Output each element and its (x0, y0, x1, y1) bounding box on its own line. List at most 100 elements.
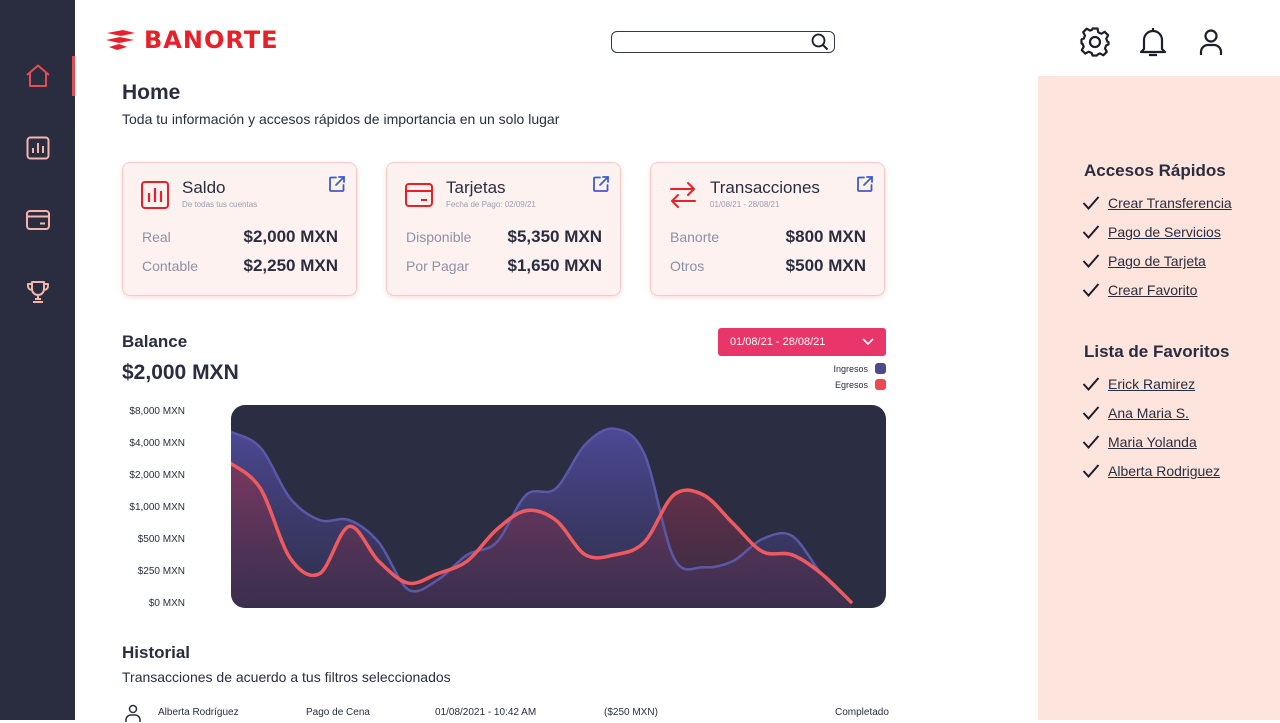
external-link-icon[interactable] (856, 175, 874, 193)
card-subtitle: Fecha de Pago: 02/09/21 (446, 200, 536, 209)
sidebar-item-reports[interactable] (0, 128, 75, 168)
favoritos-link[interactable]: Erick Ramirez (1108, 376, 1195, 392)
accesos-link[interactable]: Crear Favorito (1108, 282, 1197, 298)
balance-amount: $2,000 MXN (122, 361, 239, 384)
check-icon (1082, 196, 1100, 211)
sidebar-item-rewards[interactable] (0, 272, 75, 312)
chart-icon (141, 181, 169, 209)
search-input[interactable] (618, 33, 808, 51)
card-subtitle: 01/08/21 - 28/08/21 (710, 200, 780, 209)
card-row: Por Pagar $1,650 MXN (406, 256, 602, 276)
accesos-link[interactable]: Pago de Tarjeta (1108, 253, 1206, 269)
banorte-logo: BANORTE (105, 26, 279, 54)
favoritos-link[interactable]: Maria Yolanda (1108, 434, 1197, 450)
y-tick-label: $8,000 MXN (129, 406, 185, 417)
row-value: $800 MXN (785, 227, 866, 246)
transfer-icon (670, 182, 696, 208)
legend-swatch (875, 363, 886, 374)
hist-date: 01/08/2021 - 10:42 AM (435, 707, 537, 718)
y-tick-label: $1,000 MXN (129, 502, 185, 513)
quick-access-panel: Accesos Rápidos Crear Transferencia Pago… (1038, 76, 1280, 720)
card-row: Disponible $5,350 MXN (406, 227, 602, 247)
chart-icon (26, 136, 49, 160)
trophy-icon (26, 281, 49, 303)
legend-label: Ingresos (833, 363, 868, 374)
bell-icon (1139, 28, 1167, 57)
user-icon (1199, 29, 1223, 55)
check-icon (1082, 435, 1100, 450)
date-range-dropdown[interactable]: 01/08/21 - 28/08/21 (718, 328, 886, 356)
row-label: Otros (670, 258, 705, 274)
balance-title: Balance (122, 332, 188, 351)
banorte-logo-icon (106, 30, 135, 50)
page-title: Home (122, 81, 181, 104)
profile-button[interactable] (1193, 24, 1229, 60)
accesos-link[interactable]: Crear Transferencia (1108, 195, 1232, 211)
row-label: Contable (142, 258, 199, 274)
favoritos-title: Lista de Favoritos (1084, 342, 1230, 361)
favoritos-item[interactable]: Erick Ramirez (1082, 374, 1195, 394)
card-title: Saldo (182, 178, 226, 197)
accesos-item[interactable]: Crear Transferencia (1082, 193, 1232, 213)
home-icon (25, 64, 50, 87)
legend-label: Egresos (834, 379, 868, 390)
hist-amount: ($250 MXN) (604, 707, 658, 718)
settings-button[interactable] (1077, 24, 1113, 60)
sidebar-item-home[interactable] (0, 56, 75, 96)
external-link-icon[interactable] (592, 175, 610, 193)
card-row: Banorte $800 MXN (670, 227, 866, 247)
row-value: $2,250 MXN (243, 256, 339, 275)
card-row: Otros $500 MXN (670, 256, 866, 276)
accesos-link[interactable]: Pago de Servicios (1108, 224, 1221, 240)
y-tick-label: $0 MXN (148, 598, 185, 609)
card-icon (405, 183, 433, 207)
user-icon (125, 704, 141, 722)
legend-egresos: Egresos (835, 379, 886, 390)
accesos-title: Accesos Rápidos (1084, 161, 1226, 180)
favoritos-link[interactable]: Alberta Rodriguez (1108, 463, 1220, 479)
legend-ingresos: Ingresos (833, 363, 886, 374)
historial-title: Historial (122, 643, 191, 662)
card-title: Tarjetas (446, 178, 506, 197)
sidebar (0, 0, 75, 720)
brand-name: BANORTE (144, 26, 279, 54)
row-value: $5,350 MXN (507, 227, 603, 246)
accesos-item[interactable]: Crear Favorito (1082, 280, 1197, 300)
row-label: Real (142, 229, 171, 245)
hist-name: Alberta Rodríguez (158, 707, 239, 718)
hist-status: Completado (835, 707, 889, 718)
accesos-item[interactable]: Pago de Servicios (1082, 222, 1221, 242)
legend-swatch (875, 379, 886, 390)
chevron-down-icon (862, 338, 874, 346)
favoritos-link[interactable]: Ana Maria S. (1108, 405, 1189, 421)
accesos-item[interactable]: Pago de Tarjeta (1082, 251, 1206, 271)
favoritos-item[interactable]: Ana Maria S. (1082, 403, 1189, 423)
row-value: $2,000 MXN (243, 227, 339, 246)
card-saldo: Saldo De todas tus cuentas Real $2,000 M… (122, 162, 357, 296)
search-button[interactable] (810, 33, 830, 51)
page-subtitle: Toda tu información y accesos rápidos de… (122, 111, 560, 127)
check-icon (1082, 377, 1100, 392)
balance-chart (231, 405, 886, 608)
date-range-label: 01/08/21 - 28/08/21 (730, 336, 826, 348)
card-subtitle: De todas tus cuentas (182, 200, 258, 209)
gear-icon (1080, 27, 1110, 57)
row-value: $500 MXN (785, 256, 866, 275)
balance-chart-svg (231, 427, 853, 608)
y-tick-label: $4,000 MXN (129, 438, 185, 449)
external-link-icon[interactable] (328, 175, 346, 193)
favoritos-item[interactable]: Alberta Rodriguez (1082, 461, 1220, 481)
card-transacciones: Transacciones 01/08/21 - 28/08/21 Banort… (650, 162, 885, 296)
notifications-button[interactable] (1135, 24, 1171, 60)
table-row[interactable]: Alberta Rodríguez Pago de Cena 01/08/202… (122, 703, 894, 723)
card-title: Transacciones (710, 178, 820, 197)
check-icon (1082, 406, 1100, 421)
row-label: Disponible (406, 229, 472, 245)
check-icon (1082, 254, 1100, 269)
y-tick-label: $2,000 MXN (129, 470, 185, 481)
row-value: $1,650 MXN (507, 256, 603, 275)
sidebar-item-cards[interactable] (0, 200, 75, 240)
y-tick-label: $500 MXN (137, 534, 185, 545)
favoritos-item[interactable]: Maria Yolanda (1082, 432, 1197, 452)
card-row: Contable $2,250 MXN (142, 256, 338, 276)
